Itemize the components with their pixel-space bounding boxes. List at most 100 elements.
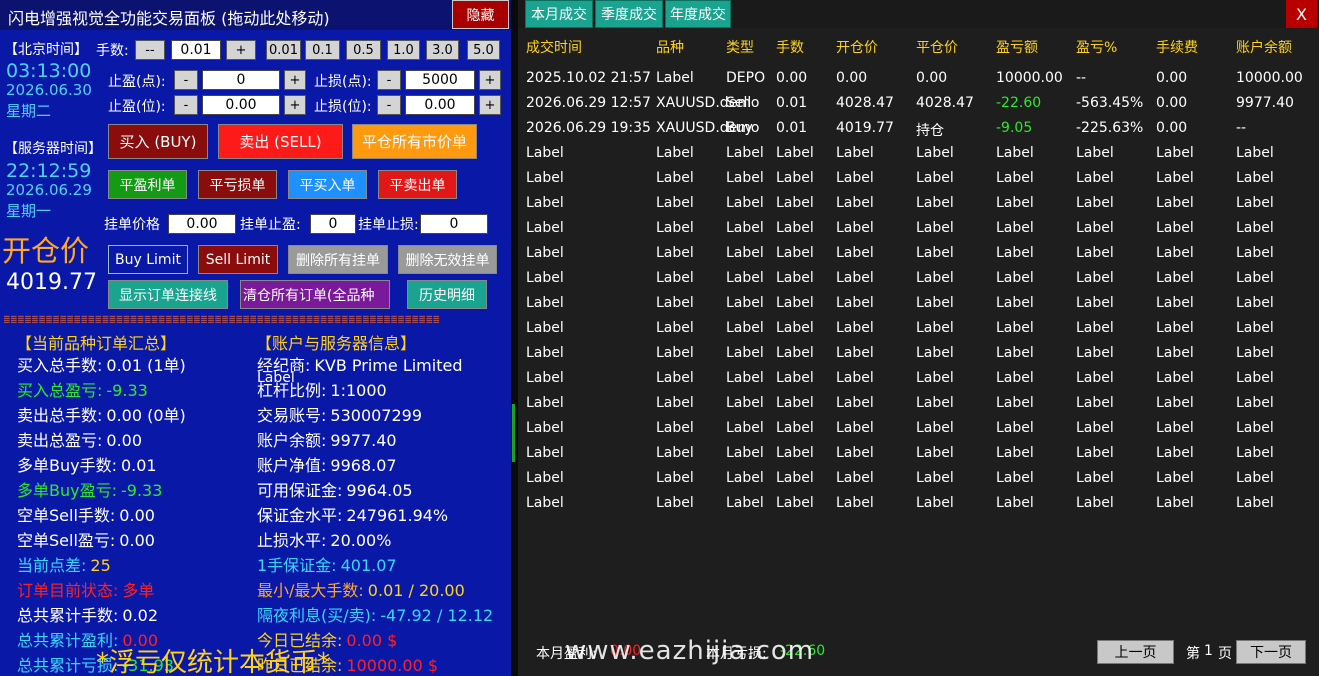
sl-price-increase-button[interactable]: + <box>479 95 501 115</box>
buy-limit-button[interactable]: Buy Limit <box>108 245 188 274</box>
panel-drag-header[interactable]: 闪电增强视觉全功能交易面板 (拖动此处移动) <box>0 0 511 30</box>
close-buy-button[interactable]: 平买入单 <box>288 170 367 199</box>
placeholder-cell: Label <box>1076 220 1114 236</box>
placeholder-cell: Label <box>1156 495 1194 511</box>
next-page-button[interactable]: 下一页 <box>1236 640 1306 664</box>
account-row: 交易账号: 530007299 <box>257 402 422 426</box>
placeholder-cell: Label <box>656 270 694 286</box>
placeholder-cell: Label <box>726 320 764 336</box>
sell-limit-button[interactable]: Sell Limit <box>198 245 278 274</box>
placeholder-cell: Label <box>656 220 694 236</box>
placeholder-cell: Label <box>656 395 694 411</box>
tp-price-decrease-button[interactable]: - <box>174 95 198 115</box>
placeholder-cell: Label <box>526 495 564 511</box>
footer-note: *浮亏仅统计本货币* <box>96 648 331 676</box>
hide-button[interactable]: 隐藏 <box>452 0 509 29</box>
table-cell: Buy <box>726 120 753 136</box>
delete-invalid-pending-button[interactable]: 删除无效挂单 <box>398 245 497 274</box>
close-history-button[interactable]: X <box>1286 0 1317 28</box>
placeholder-cell: Label <box>1236 220 1274 236</box>
placeholder-cell: Label <box>776 295 814 311</box>
placeholder-cell: Label <box>1236 370 1274 386</box>
tp-points-decrease-button[interactable]: - <box>174 70 198 90</box>
placeholder-cell: Label <box>656 295 694 311</box>
buy-button[interactable]: 买入 (BUY) <box>108 124 208 159</box>
column-header: 盈亏% <box>1076 40 1118 56</box>
beijing-date: 2026.06.30 <box>6 81 92 99</box>
history-button[interactable]: 历史明细 <box>407 280 487 309</box>
close-loss-button[interactable]: 平亏损单 <box>198 170 277 199</box>
placeholder-cell: Label <box>916 295 954 311</box>
tab-month[interactable]: 本月成交 <box>525 0 593 28</box>
close-profit-button[interactable]: 平盈利单 <box>108 170 187 199</box>
server-time: 22:12:59 <box>6 160 92 182</box>
lot-preset-button[interactable]: 1.0 <box>387 40 420 60</box>
sl-price-label: 止损(位): <box>314 99 372 115</box>
account-row: 1手保证金: 401.07 <box>257 552 397 576</box>
placeholder-cell: Label <box>1076 345 1114 361</box>
account-row: 保证金水平: 247961.94% <box>257 502 448 526</box>
placeholder-cell: Label <box>916 345 954 361</box>
placeholder-cell: Label <box>656 420 694 436</box>
placeholder-cell: Label <box>836 345 874 361</box>
beijing-time: 03:13:00 <box>6 60 92 82</box>
placeholder-cell: Label <box>996 370 1034 386</box>
placeholder-cell: Label <box>656 345 694 361</box>
placeholder-cell: Label <box>1156 270 1194 286</box>
show-order-lines-button[interactable]: 显示订单连接线 <box>108 280 228 309</box>
summary-label: 当前点差: <box>17 556 87 575</box>
placeholder-cell: Label <box>1236 495 1274 511</box>
placeholder-cell: Label <box>1076 270 1114 286</box>
sell-button[interactable]: 卖出 (SELL) <box>218 124 343 159</box>
close-all-orders-button[interactable]: 清仓所有订单(全品种 <box>240 280 390 309</box>
table-cell: Sell <box>726 95 752 111</box>
placeholder-cell: Label <box>996 320 1034 336</box>
account-value: 9964.05 <box>346 481 413 500</box>
close-sell-button[interactable]: 平卖出单 <box>378 170 457 199</box>
account-value: 247961.94% <box>346 506 449 525</box>
lot-preset-button[interactable]: 0.01 <box>266 40 301 60</box>
lot-preset-button[interactable]: 0.5 <box>346 40 381 60</box>
pending-price-input[interactable]: 0.00 <box>168 214 236 234</box>
tab-year[interactable]: 年度成交 <box>665 0 731 28</box>
tp-points-input[interactable]: 0 <box>202 70 280 90</box>
summary-row: 买入总手数: 0.01 (1单) <box>17 352 186 376</box>
placeholder-cell: Label <box>776 345 814 361</box>
tp-points-increase-button[interactable]: + <box>284 70 306 90</box>
sl-points-increase-button[interactable]: + <box>479 70 501 90</box>
placeholder-cell: Label <box>836 170 874 186</box>
placeholder-cell: Label <box>726 420 764 436</box>
tp-price-input[interactable]: 0.00 <box>202 95 280 115</box>
tp-price-increase-button[interactable]: + <box>284 95 306 115</box>
sl-price-decrease-button[interactable]: - <box>377 95 401 115</box>
delete-all-pending-button[interactable]: 删除所有挂单 <box>288 245 388 274</box>
sl-points-input[interactable]: 5000 <box>405 70 475 90</box>
sl-price-input[interactable]: 0.00 <box>405 95 475 115</box>
placeholder-cell: Label <box>1076 320 1114 336</box>
summary-row: 多单Buy手数: 0.01 <box>17 452 157 476</box>
summary-row: 卖出总盈亏: 0.00 <box>17 427 142 451</box>
lot-preset-button[interactable]: 0.1 <box>305 40 340 60</box>
close-all-market-button[interactable]: 平仓所有市价单 <box>352 124 477 159</box>
sl-points-decrease-button[interactable]: - <box>377 70 401 90</box>
prev-page-button[interactable]: 上一页 <box>1097 640 1174 664</box>
placeholder-cell: Label <box>1156 445 1194 461</box>
tab-quarter[interactable]: 季度成交 <box>595 0 663 28</box>
lot-preset-button[interactable]: 5.0 <box>467 40 500 60</box>
placeholder-cell: Label <box>656 245 694 261</box>
pending-tp-input[interactable]: 0 <box>310 214 356 234</box>
summary-row: 当前点差: 25 <box>17 552 111 576</box>
panel-divider <box>511 0 518 676</box>
lot-preset-button[interactable]: 3.0 <box>426 40 459 60</box>
lots-decrease-button[interactable]: -- <box>135 40 165 60</box>
account-row: 账户余额: 9977.40 <box>257 427 397 451</box>
summary-row: 订单目前状态: 多单 <box>17 577 154 601</box>
account-value: 0.01 / 20.00 <box>367 581 465 600</box>
pending-sl-input[interactable]: 0 <box>420 214 488 234</box>
server-time-label: 【服务器时间】 <box>4 141 102 157</box>
placeholder-cell: Label <box>996 195 1034 211</box>
summary-value: 0.01 <box>120 456 157 475</box>
lots-input[interactable]: 0.01 <box>171 40 221 60</box>
placeholder-cell: Label <box>836 220 874 236</box>
lots-increase-button[interactable]: + <box>226 40 256 60</box>
